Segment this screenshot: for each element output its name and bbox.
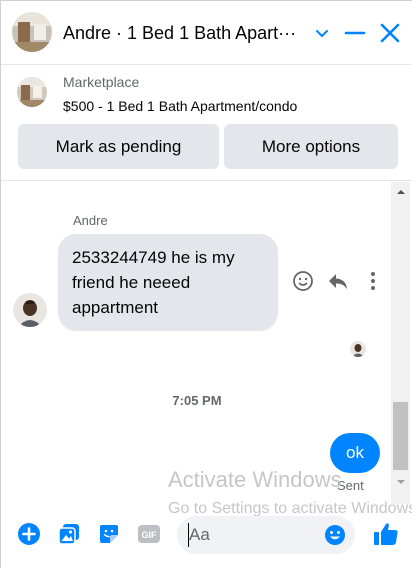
message-line: 2533244749 he is my — [72, 248, 235, 267]
apartment-thumbnail — [17, 77, 47, 107]
scroll-thumb[interactable] — [393, 402, 408, 470]
mark-as-pending-button[interactable]: Mark as pending — [18, 124, 219, 169]
message-timestamp: 7:05 PM — [172, 393, 222, 408]
seen-avatar — [350, 341, 366, 357]
sender-name: Andre — [73, 213, 108, 228]
scrollbar[interactable] — [391, 182, 410, 504]
plus-circle-icon[interactable] — [16, 521, 42, 547]
chat-window: Andre · 1 Bed 1 Bath Apart··· Marketplac… — [0, 0, 412, 568]
message-line: friend he neeed — [72, 273, 191, 292]
more-icon[interactable] — [361, 269, 385, 293]
message-input-placeholder: Aa — [189, 525, 210, 544]
message-thread: Andre 2533244749 he is my friend he neee… — [1, 182, 412, 504]
incoming-message-bubble[interactable]: 2533244749 he is my friend he neeed appa… — [58, 234, 278, 331]
marketplace-banner: Marketplace $500 - 1 Bed 1 Bath Apartmen… — [1, 65, 412, 181]
activation-watermark-title: Activate Windows — [168, 467, 342, 492]
scroll-up-arrow[interactable] — [391, 182, 410, 202]
smiley-icon[interactable] — [291, 269, 315, 293]
avatar[interactable] — [13, 293, 47, 327]
listing-title[interactable]: $500 - 1 Bed 1 Bath Apartment/condo — [63, 98, 297, 114]
close-icon[interactable] — [377, 20, 403, 46]
gif-icon[interactable]: GIF — [136, 521, 162, 547]
emoji-icon[interactable] — [323, 523, 347, 547]
reply-icon[interactable] — [326, 269, 350, 293]
svg-text:GIF: GIF — [142, 530, 158, 540]
scroll-down-arrow[interactable] — [391, 472, 410, 492]
marketplace-label: Marketplace — [63, 74, 140, 90]
listing-avatar[interactable] — [12, 12, 52, 52]
composer: GIF Aa — [1, 504, 412, 568]
sticker-icon[interactable] — [96, 521, 122, 547]
chat-header: Andre · 1 Bed 1 Bath Apart··· — [1, 1, 412, 65]
more-options-button[interactable]: More options — [224, 124, 398, 169]
minimize-icon[interactable] — [342, 20, 368, 46]
image-icon[interactable] — [56, 521, 82, 547]
conversation-title[interactable]: Andre · 1 Bed 1 Bath Apart··· — [63, 23, 303, 44]
chevron-down-icon[interactable] — [309, 20, 335, 46]
message-input[interactable]: Aa — [177, 516, 355, 554]
message-line: appartment — [72, 298, 158, 317]
like-icon[interactable] — [371, 519, 401, 549]
